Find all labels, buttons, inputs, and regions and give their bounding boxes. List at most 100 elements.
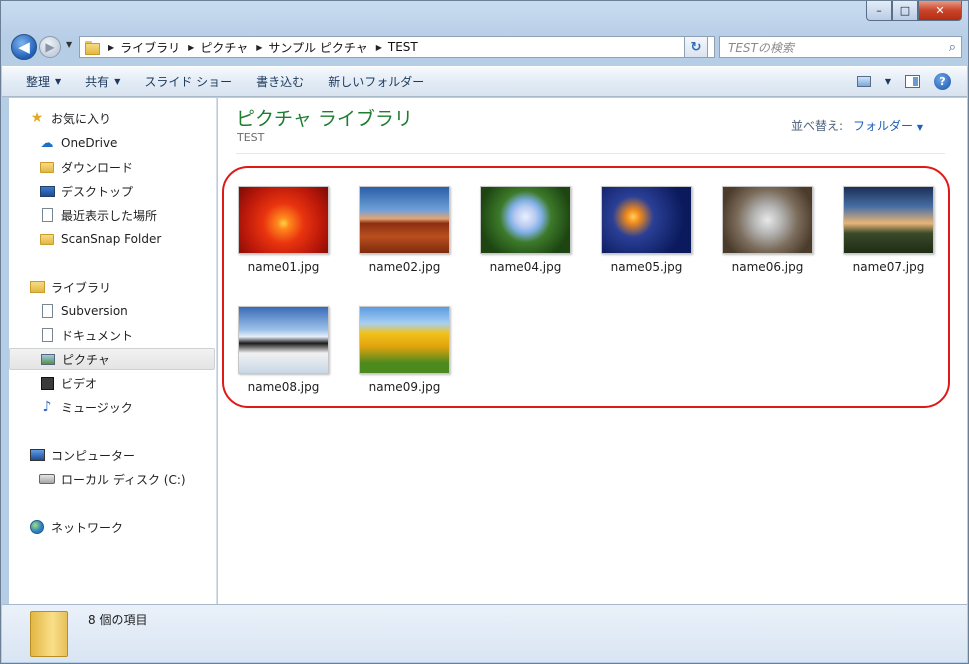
folder-icon (39, 232, 55, 246)
file-item[interactable]: name01.jpg (226, 165, 341, 274)
sidebar-favorites[interactable]: ★ お気に入り (9, 107, 215, 129)
file-name: name02.jpg (368, 260, 441, 274)
close-button[interactable]: ✕ (918, 1, 962, 21)
folder-icon (30, 611, 68, 657)
sidebar-item-videos[interactable]: ビデオ (9, 372, 215, 394)
preview-pane-icon[interactable] (905, 75, 920, 88)
sidebar-item-onedrive[interactable]: ☁ OneDrive (9, 132, 215, 154)
change-view-icon[interactable] (856, 76, 871, 87)
sidebar-item-label: コンピューター (51, 448, 136, 463)
image-thumbnail (843, 186, 934, 254)
file-item[interactable]: name05.jpg (589, 165, 704, 274)
address-bar[interactable]: ▶ ライブラリ ▶ ピクチャ ▶ サンプル ピクチャ ▶ TEST ▼ (79, 36, 715, 58)
search-input[interactable]: TESTの検索 ⌕ (719, 36, 962, 58)
sidebar-network[interactable]: ネットワーク (9, 516, 215, 538)
document-icon (39, 304, 55, 318)
file-name: name01.jpg (247, 260, 320, 274)
library-icon (29, 280, 45, 294)
slideshow-label: スライド ショー (144, 75, 233, 89)
arrange-label: 並べ替え: (790, 119, 843, 133)
disk-icon (39, 472, 55, 486)
search-icon[interactable]: ⌕ (949, 40, 956, 55)
sidebar-item-downloads[interactable]: ダウンロード (9, 156, 215, 178)
file-name: name08.jpg (247, 380, 320, 394)
breadcrumb-separator-icon[interactable]: ▶ (188, 43, 194, 52)
breadcrumb-separator-icon[interactable]: ▶ (376, 43, 382, 52)
network-icon (29, 520, 45, 534)
recent-pages-dropdown[interactable]: ▼ (66, 40, 72, 49)
sidebar-item-label: ローカル ディスク (C:) (61, 472, 186, 487)
arrow-right-icon: ▶ (45, 40, 55, 54)
view-options-dropdown[interactable]: ▼ (885, 77, 891, 86)
sidebar-item-scansnap[interactable]: ScanSnap Folder (9, 228, 215, 250)
command-bar: 整理 ▼ 共有 ▼ スライド ショー 書き込む 新しいフォルダー ▼ ? (2, 66, 967, 97)
sidebar-item-local-disk[interactable]: ローカル ディスク (C:) (9, 468, 215, 490)
file-item[interactable]: name08.jpg (226, 285, 341, 394)
sidebar-item-subversion[interactable]: Subversion (9, 300, 215, 322)
share-button[interactable]: 共有 ▼ (73, 73, 132, 90)
organize-label: 整理 (26, 75, 51, 89)
image-thumbnail (238, 186, 329, 254)
document-icon (39, 328, 55, 342)
burn-label: 書き込む (256, 75, 305, 89)
sidebar-item-documents[interactable]: ドキュメント (9, 324, 215, 346)
share-label: 共有 (85, 75, 110, 89)
file-name: name06.jpg (731, 260, 804, 274)
chevron-down-icon: ▼ (55, 77, 62, 86)
sidebar-computer[interactable]: コンピューター (9, 444, 215, 466)
sidebar-item-recent-places[interactable]: 最近表示した場所 (9, 204, 215, 226)
sidebar-item-desktop[interactable]: デスクトップ (9, 180, 215, 202)
sidebar-item-label: OneDrive (61, 136, 118, 150)
file-item[interactable]: name07.jpg (831, 165, 946, 274)
forward-button[interactable]: ▶ (39, 36, 61, 58)
details-pane: 8 個の項目 (2, 604, 967, 662)
file-item[interactable]: name04.jpg (468, 165, 583, 274)
sidebar-item-label: デスクトップ (61, 184, 134, 199)
search-placeholder: TESTの検索 (728, 40, 794, 55)
refresh-icon: ↻ (690, 39, 702, 55)
new-folder-button[interactable]: 新しいフォルダー (316, 73, 436, 90)
maximize-button[interactable]: □ (892, 1, 918, 21)
pictures-icon (40, 352, 56, 366)
refresh-button[interactable]: ↻ (684, 36, 708, 58)
sidebar-item-label: ビデオ (61, 376, 98, 391)
navigation-pane: ★ お気に入り ☁ OneDrive ダウンロード デスクトップ 最近表示した場… (9, 98, 217, 604)
toolbar-right: ▼ ? (856, 73, 967, 90)
item-count: 8 個の項目 (88, 613, 148, 627)
sidebar-item-pictures[interactable]: ピクチャ (9, 348, 215, 370)
back-button[interactable]: ◀ (11, 34, 37, 60)
computer-icon (29, 448, 45, 462)
sidebar-libraries[interactable]: ライブラリ (9, 276, 215, 298)
image-thumbnail (238, 306, 329, 374)
minimize-button[interactable]: – (866, 1, 892, 21)
sidebar-item-music[interactable]: ♪ ミュージック (9, 396, 215, 418)
arrange-dropdown[interactable]: フォルダー ▼ (853, 117, 923, 134)
file-view: ピクチャ ライブラリ TEST 並べ替え: フォルダー ▼ name01.jpg… (218, 98, 967, 604)
help-icon[interactable]: ? (934, 73, 951, 90)
image-thumbnail (480, 186, 571, 254)
file-item[interactable]: name06.jpg (710, 165, 825, 274)
desktop-icon (39, 184, 55, 198)
sidebar-item-label: ピクチャ (62, 352, 110, 367)
arrange-by: 並べ替え: フォルダー ▼ (791, 117, 923, 134)
breadcrumb-test[interactable]: TEST (388, 40, 418, 54)
burn-button[interactable]: 書き込む (244, 73, 316, 90)
breadcrumb-separator-icon[interactable]: ▶ (108, 43, 114, 52)
breadcrumb-pictures[interactable]: ピクチャ (200, 39, 248, 56)
breadcrumb-separator-icon[interactable]: ▶ (256, 43, 262, 52)
organize-button[interactable]: 整理 ▼ (2, 73, 73, 90)
sidebar-item-label: ScanSnap Folder (61, 232, 162, 246)
recent-places-icon (39, 208, 55, 222)
caption-buttons: – □ ✕ (866, 1, 962, 21)
navigation-row: ◀ ▶ ▼ ▶ ライブラリ ▶ ピクチャ ▶ サンプル ピクチャ ▶ TEST … (9, 31, 962, 61)
sidebar-item-label: ドキュメント (61, 328, 134, 343)
breadcrumb-sample-pictures[interactable]: サンプル ピクチャ (268, 39, 367, 56)
file-item[interactable]: name09.jpg (347, 285, 462, 394)
slideshow-button[interactable]: スライド ショー (132, 73, 244, 90)
breadcrumb-libraries[interactable]: ライブラリ (120, 39, 180, 56)
chevron-down-icon: ▼ (916, 123, 923, 132)
page-title: ピクチャ ライブラリ (236, 108, 413, 130)
file-name: name07.jpg (852, 260, 925, 274)
file-item[interactable]: name02.jpg (347, 165, 462, 274)
divider (236, 153, 945, 154)
